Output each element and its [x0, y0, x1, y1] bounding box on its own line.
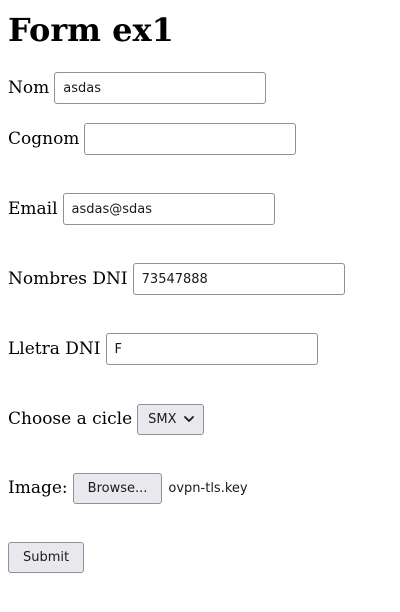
submit-button[interactable]: Submit: [8, 541, 85, 573]
email-label: Email: [8, 199, 58, 219]
chevron-down-icon: [183, 413, 195, 425]
email-row: Email: [8, 193, 275, 225]
image-label: Image:: [8, 478, 68, 498]
cicle-row: Choose a cicle SMX: [8, 403, 204, 435]
browse-button[interactable]: Browse...: [72, 472, 163, 504]
nom-row: Nom: [8, 72, 267, 104]
nom-input[interactable]: [54, 72, 267, 104]
cognom-input[interactable]: [84, 123, 297, 155]
dni-numbers-input[interactable]: [132, 263, 345, 295]
cognom-row: Cognom: [8, 123, 297, 155]
cicle-select[interactable]: SMX: [137, 403, 204, 435]
dni-numbers-row: Nombres DNI: [8, 263, 345, 295]
image-row: Image: Browse... ovpn-tls.key: [8, 472, 248, 504]
email-input[interactable]: [62, 193, 275, 225]
dni-letter-row: Lletra DNI: [8, 333, 318, 365]
cicle-label: Choose a cicle: [8, 409, 133, 429]
selected-filename: ovpn-tls.key: [168, 480, 248, 496]
dni-letter-label: Lletra DNI: [8, 339, 101, 359]
cicle-selected-value: SMX: [148, 411, 177, 427]
nom-label: Nom: [8, 78, 50, 98]
dni-numbers-label: Nombres DNI: [8, 269, 128, 289]
cognom-label: Cognom: [8, 129, 80, 149]
dni-letter-input[interactable]: [105, 333, 318, 365]
page-title: Form ex1: [8, 11, 174, 49]
submit-row: Submit: [8, 541, 85, 573]
